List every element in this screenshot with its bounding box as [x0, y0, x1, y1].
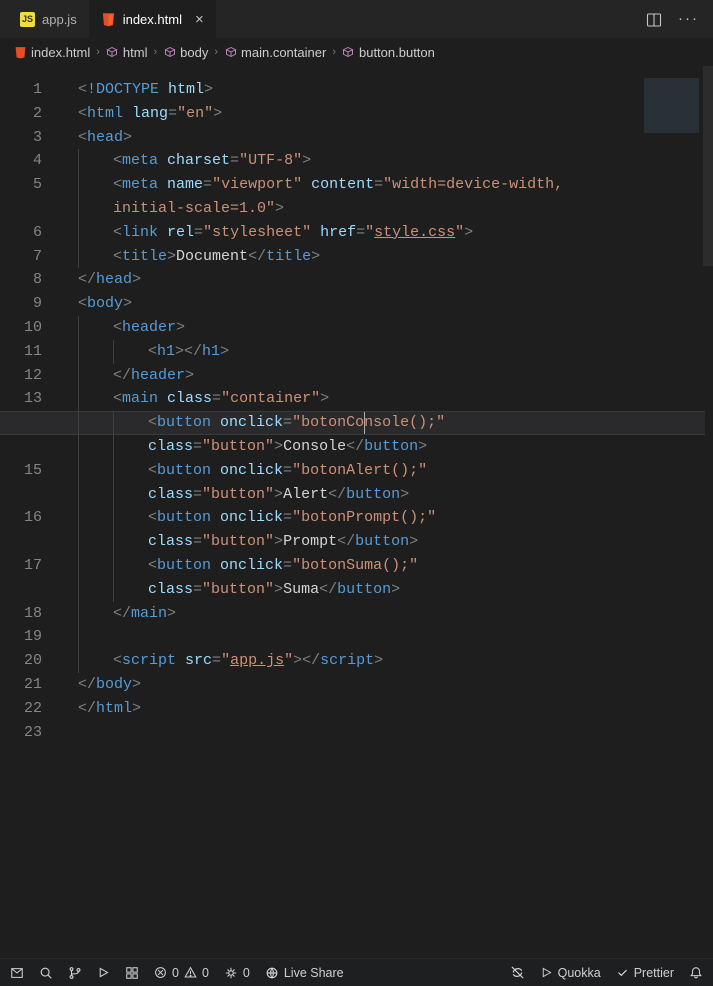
close-icon[interactable]: ×: [195, 11, 204, 28]
js-icon: JS: [20, 12, 35, 27]
breadcrumb-item[interactable]: body: [163, 45, 208, 60]
notifications-icon[interactable]: [689, 966, 703, 980]
prettier-button[interactable]: Prettier: [616, 966, 674, 980]
breadcrumb: index.html › html › body › main.containe…: [0, 38, 713, 66]
chevron-right-icon: ›: [214, 46, 218, 58]
problems-indicator[interactable]: 0 0: [154, 966, 209, 980]
remote-indicator[interactable]: [10, 966, 24, 980]
element-icon: [342, 46, 355, 59]
chevron-right-icon: ›: [332, 46, 336, 58]
tab-label: index.html: [123, 12, 182, 27]
breadcrumb-item[interactable]: html: [106, 45, 148, 60]
split-editor-icon[interactable]: [646, 10, 662, 27]
chevron-right-icon: ›: [153, 46, 157, 58]
breadcrumb-item[interactable]: index.html: [14, 45, 90, 60]
tab-bar: JS app.js index.html × ···: [0, 0, 713, 38]
ports-indicator[interactable]: 0: [224, 966, 250, 980]
debug-icon[interactable]: [97, 966, 110, 979]
live-share-button[interactable]: Live Share: [265, 966, 344, 980]
minimap[interactable]: [644, 78, 699, 133]
html-file-icon: [14, 46, 27, 59]
code-editor[interactable]: 1234567891011121314151617181920212223 <!…: [0, 66, 713, 958]
element-icon: [106, 46, 119, 59]
tab-index-html[interactable]: index.html ×: [89, 0, 216, 38]
code-content[interactable]: <!DOCTYPE html><html lang="en"><head><me…: [78, 78, 705, 744]
overview-ruler[interactable]: [703, 66, 713, 266]
tab-app-js[interactable]: JS app.js: [8, 0, 89, 38]
breadcrumb-item[interactable]: button.button: [342, 45, 435, 60]
chevron-right-icon: ›: [96, 46, 100, 58]
html-icon: [101, 12, 116, 27]
no-sync-icon[interactable]: [510, 965, 525, 980]
element-icon: [224, 46, 237, 59]
extensions-icon[interactable]: [125, 966, 139, 980]
tab-label: app.js: [42, 12, 77, 27]
more-actions-icon[interactable]: ···: [678, 10, 699, 27]
element-icon: [163, 46, 176, 59]
git-branch-icon[interactable]: [68, 966, 82, 980]
search-icon[interactable]: [39, 966, 53, 980]
breadcrumb-item[interactable]: main.container: [224, 45, 326, 60]
status-bar: 0 0 0 Live Share Quokka Prettier: [0, 958, 713, 986]
quokka-button[interactable]: Quokka: [540, 966, 601, 980]
